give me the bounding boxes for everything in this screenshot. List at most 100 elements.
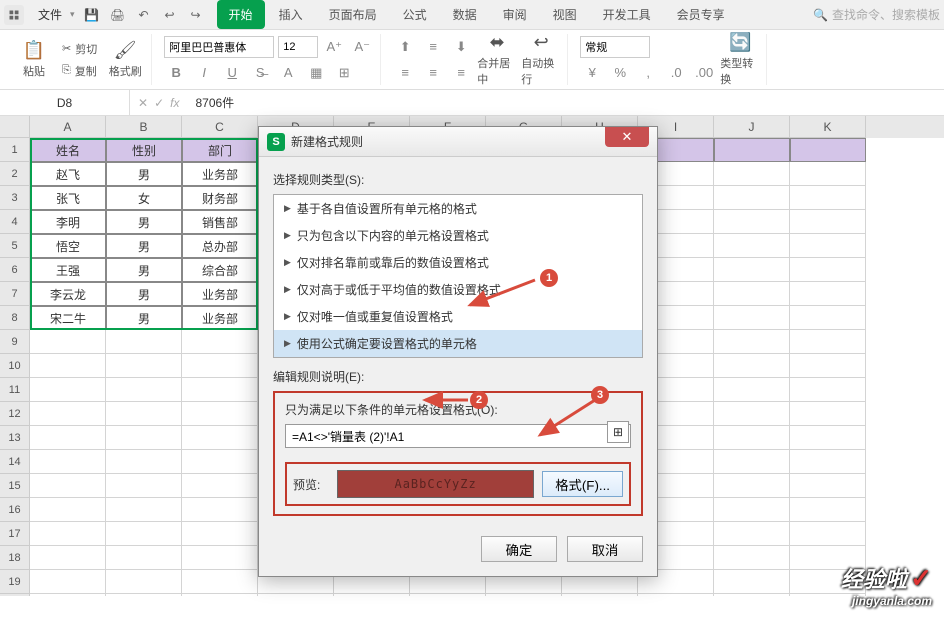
cell-A3[interactable]: 张飞 — [30, 186, 106, 210]
cell-J4[interactable] — [714, 210, 790, 234]
cell-C6[interactable]: 综合部 — [182, 258, 258, 282]
strike-button[interactable]: S̶ — [248, 62, 272, 84]
cell-K3[interactable] — [790, 186, 866, 210]
cell-B10[interactable] — [106, 354, 182, 378]
cell-J13[interactable] — [714, 426, 790, 450]
cancel-formula-icon[interactable]: ✕ — [138, 96, 148, 110]
rule-item-0[interactable]: ▶基于各自值设置所有单元格的格式 — [274, 195, 642, 222]
cell-A14[interactable] — [30, 450, 106, 474]
file-menu[interactable]: 文件 — [30, 6, 70, 23]
row-header-20[interactable]: 20 — [0, 594, 30, 596]
cell-B16[interactable] — [106, 498, 182, 522]
search-box[interactable]: 🔍 查找命令、搜索模板 — [813, 6, 940, 23]
cell-B17[interactable] — [106, 522, 182, 546]
decrease-font-icon[interactable]: A⁻ — [350, 36, 374, 58]
cell-A2[interactable]: 赵飞 — [30, 162, 106, 186]
cell-B8[interactable]: 男 — [106, 306, 182, 330]
cell-B19[interactable] — [106, 570, 182, 594]
cell-B2[interactable]: 男 — [106, 162, 182, 186]
cell-J16[interactable] — [714, 498, 790, 522]
cell-K9[interactable] — [790, 330, 866, 354]
cell-K7[interactable] — [790, 282, 866, 306]
dialog-titlebar[interactable]: S 新建格式规则 ✕ — [259, 127, 657, 157]
align-right-icon[interactable]: ≡ — [449, 62, 473, 84]
undo-icon[interactable]: ↩ — [159, 4, 181, 26]
cell-K4[interactable] — [790, 210, 866, 234]
cell-A1[interactable]: 姓名 — [30, 138, 106, 162]
row-header-14[interactable]: 14 — [0, 450, 30, 474]
cell-J11[interactable] — [714, 378, 790, 402]
column-header-B[interactable]: B — [106, 116, 182, 138]
cell-B4[interactable]: 男 — [106, 210, 182, 234]
redo-icon[interactable]: ↪ — [185, 4, 207, 26]
cell-K17[interactable] — [790, 522, 866, 546]
row-header-12[interactable]: 12 — [0, 402, 30, 426]
cell-K12[interactable] — [790, 402, 866, 426]
cell-A12[interactable] — [30, 402, 106, 426]
underline-button[interactable]: U — [220, 62, 244, 84]
format-painter-button[interactable]: 🖌 格式刷 — [105, 40, 145, 79]
cell-J6[interactable] — [714, 258, 790, 282]
cell-C4[interactable]: 销售部 — [182, 210, 258, 234]
row-header-18[interactable]: 18 — [0, 546, 30, 570]
cell-C17[interactable] — [182, 522, 258, 546]
cell-C5[interactable]: 总办部 — [182, 234, 258, 258]
rule-item-4[interactable]: ▶仅对唯一值或重复值设置格式 — [274, 303, 642, 330]
cell-A20[interactable] — [30, 594, 106, 596]
cell-C16[interactable] — [182, 498, 258, 522]
currency-icon[interactable]: ¥ — [580, 62, 604, 84]
range-selector-button[interactable]: ⊞ — [607, 421, 629, 443]
cell-K1[interactable] — [790, 138, 866, 162]
wrap-text-button[interactable]: ↩ 自动换行 — [521, 32, 561, 87]
row-header-13[interactable]: 13 — [0, 426, 30, 450]
cell-C3[interactable]: 财务部 — [182, 186, 258, 210]
cell-J9[interactable] — [714, 330, 790, 354]
font-size-combo[interactable] — [278, 36, 318, 58]
font-color-icon[interactable]: A — [276, 62, 300, 84]
row-header-3[interactable]: 3 — [0, 186, 30, 210]
column-header-J[interactable]: J — [714, 116, 790, 138]
cell-B1[interactable]: 性别 — [106, 138, 182, 162]
cell-J2[interactable] — [714, 162, 790, 186]
cell-J19[interactable] — [714, 570, 790, 594]
cell-F20[interactable] — [410, 594, 486, 596]
name-box[interactable]: D8 — [0, 90, 130, 115]
cell-A11[interactable] — [30, 378, 106, 402]
cell-K6[interactable] — [790, 258, 866, 282]
cell-K15[interactable] — [790, 474, 866, 498]
cell-A17[interactable] — [30, 522, 106, 546]
cell-C12[interactable] — [182, 402, 258, 426]
cell-B14[interactable] — [106, 450, 182, 474]
cell-D20[interactable] — [258, 594, 334, 596]
row-header-16[interactable]: 16 — [0, 498, 30, 522]
tab-insert[interactable]: 插入 — [267, 0, 315, 29]
cell-C11[interactable] — [182, 378, 258, 402]
column-header-K[interactable]: K — [790, 116, 866, 138]
cell-B3[interactable]: 女 — [106, 186, 182, 210]
cell-A19[interactable] — [30, 570, 106, 594]
cell-B18[interactable] — [106, 546, 182, 570]
align-bottom-icon[interactable]: ⬇ — [449, 36, 473, 58]
tab-member[interactable]: 会员专享 — [665, 0, 737, 29]
cell-B12[interactable] — [106, 402, 182, 426]
cell-C19[interactable] — [182, 570, 258, 594]
tab-data[interactable]: 数据 — [441, 0, 489, 29]
cell-K10[interactable] — [790, 354, 866, 378]
rule-item-5[interactable]: ▶使用公式确定要设置格式的单元格 — [274, 330, 642, 357]
column-header-C[interactable]: C — [182, 116, 258, 138]
cell-B13[interactable] — [106, 426, 182, 450]
bold-button[interactable]: B — [164, 62, 188, 84]
cell-K11[interactable] — [790, 378, 866, 402]
cell-K8[interactable] — [790, 306, 866, 330]
cell-J3[interactable] — [714, 186, 790, 210]
align-top-icon[interactable]: ⬆ — [393, 36, 417, 58]
row-header-1[interactable]: 1 — [0, 138, 30, 162]
cell-C8[interactable]: 业务部 — [182, 306, 258, 330]
cell-A13[interactable] — [30, 426, 106, 450]
tab-start[interactable]: 开始 — [217, 0, 265, 29]
cancel-button[interactable]: 取消 — [567, 536, 643, 562]
cell-E20[interactable] — [334, 594, 410, 596]
cell-C7[interactable]: 业务部 — [182, 282, 258, 306]
increase-decimal-icon[interactable]: .00 — [692, 62, 716, 84]
cell-C15[interactable] — [182, 474, 258, 498]
